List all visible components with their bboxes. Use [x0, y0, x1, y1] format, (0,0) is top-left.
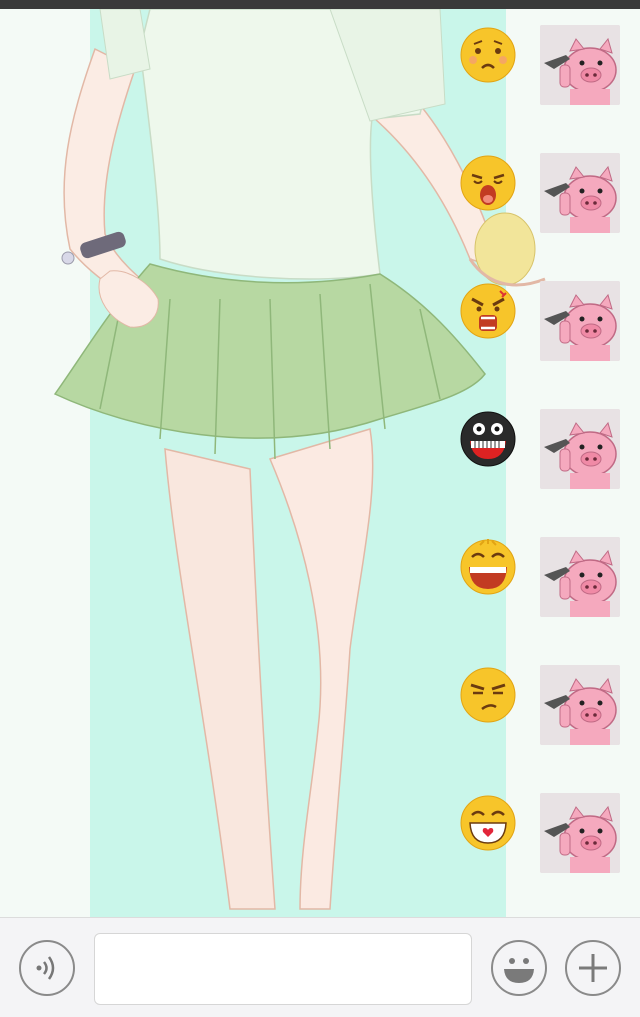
more-button[interactable] [565, 940, 621, 996]
worried-face-icon[interactable] [460, 27, 516, 83]
message-row [460, 25, 620, 105]
emoji-button[interactable] [491, 940, 547, 996]
message-input[interactable] [94, 933, 472, 1005]
input-bar [0, 917, 640, 1017]
crying-face-icon[interactable] [460, 155, 516, 211]
pig-with-gun-sticker[interactable] [540, 665, 620, 745]
message-row [460, 153, 620, 233]
happy-heart-face-icon[interactable] [460, 795, 516, 851]
message-row [460, 281, 620, 361]
pig-with-gun-sticker[interactable] [540, 153, 620, 233]
pig-with-gun-sticker[interactable] [540, 537, 620, 617]
message-row [460, 793, 620, 873]
annoyed-face-icon[interactable] [460, 667, 516, 723]
smiley-icon [504, 958, 534, 983]
message-row [460, 409, 620, 489]
message-row [460, 537, 620, 617]
pig-with-gun-sticker[interactable] [540, 409, 620, 489]
pig-with-gun-sticker[interactable] [540, 25, 620, 105]
pig-with-gun-sticker[interactable] [540, 281, 620, 361]
black-grinning-face-icon[interactable] [460, 411, 516, 467]
voice-button[interactable] [19, 940, 75, 996]
chat-background [0, 9, 640, 917]
status-bar [0, 0, 640, 9]
pig-with-gun-sticker[interactable] [540, 793, 620, 873]
message-row [460, 665, 620, 745]
voice-icon [36, 956, 55, 980]
plus-icon [579, 954, 607, 982]
angry-shouting-face-icon[interactable] [460, 283, 516, 339]
laughing-face-icon[interactable] [460, 539, 516, 595]
